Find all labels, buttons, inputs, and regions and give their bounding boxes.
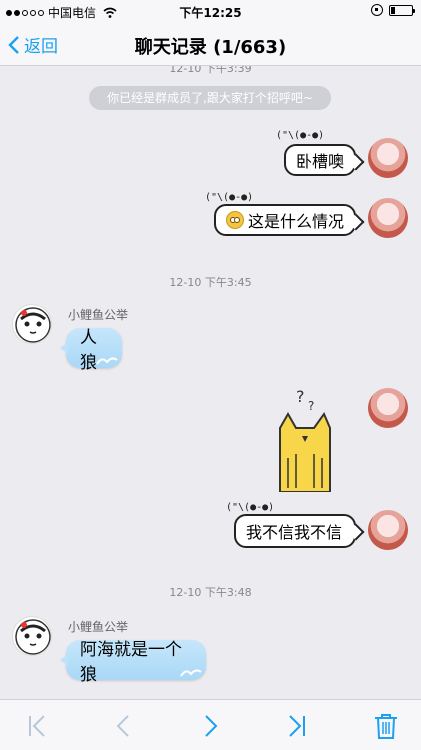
first-page-icon[interactable] (22, 712, 50, 740)
message-bubble-incoming[interactable]: 阿海就是一个狼 (60, 640, 206, 685)
prev-page-icon[interactable] (110, 712, 138, 740)
svg-text:?: ? (308, 399, 314, 413)
status-right (371, 4, 415, 16)
ghost-face-icon (15, 619, 51, 655)
chat-history[interactable]: 12-10 下午3:39 你已经是群成员了,跟大家打个招呼吧~ ("\(●-●)… (0, 66, 421, 699)
sender-avatar[interactable] (12, 616, 52, 656)
status-bar: 中国电信 下午12:25 (0, 0, 421, 22)
wave-decoration-icon (180, 669, 202, 677)
message-text: 我不信我不信 (246, 523, 343, 542)
sender-name: 小鲤鱼公举 (68, 308, 129, 322)
doodle-face: ("\(●-●) (226, 502, 275, 513)
message-text: 这是什么情况 (248, 212, 345, 231)
nav-bar: 返回 聊天记录 (1/663) (0, 22, 421, 66)
yellow-cat-sticker[interactable]: ? ? (274, 388, 340, 492)
message-text: 阿海就是一个狼 (80, 640, 182, 685)
message-bubble-incoming[interactable]: 人狼 (60, 328, 122, 373)
doodle-face: ("\(●-●) (276, 130, 325, 141)
my-avatar[interactable] (368, 510, 408, 550)
my-avatar[interactable] (368, 388, 408, 428)
trash-icon[interactable] (372, 712, 400, 740)
message-bubble-outgoing[interactable]: 这是什么情况 (214, 204, 356, 236)
my-avatar[interactable] (368, 198, 408, 238)
sender-name: 小鲤鱼公举 (68, 620, 129, 634)
system-message: 你已经是群成员了,跟大家打个招呼吧~ (89, 86, 331, 110)
sender-avatar[interactable] (12, 304, 52, 344)
message-bubble-outgoing[interactable]: 卧槽噢 (284, 144, 356, 176)
svg-text:?: ? (296, 388, 305, 406)
status-time: 下午12:25 (179, 6, 242, 20)
flushed-face-icon (226, 211, 244, 229)
orientation-lock-icon (371, 4, 383, 16)
pagination-toolbar (0, 699, 421, 750)
doodle-face: ("\(●-●) (205, 192, 254, 203)
wave-decoration-icon (96, 357, 118, 365)
timestamp: 12-10 下午3:39 (169, 66, 252, 75)
page-title: 聊天记录 (1/663) (134, 37, 287, 58)
message-text: 卧槽噢 (296, 152, 345, 171)
ghost-face-icon (15, 307, 51, 343)
timestamp: 12-10 下午3:48 (169, 586, 252, 599)
timestamp: 12-10 下午3:45 (169, 276, 252, 289)
next-page-icon[interactable] (196, 712, 224, 740)
last-page-icon[interactable] (284, 712, 312, 740)
message-bubble-outgoing[interactable]: 我不信我不信 (234, 514, 356, 548)
my-avatar[interactable] (368, 138, 408, 178)
battery-icon (389, 4, 415, 16)
